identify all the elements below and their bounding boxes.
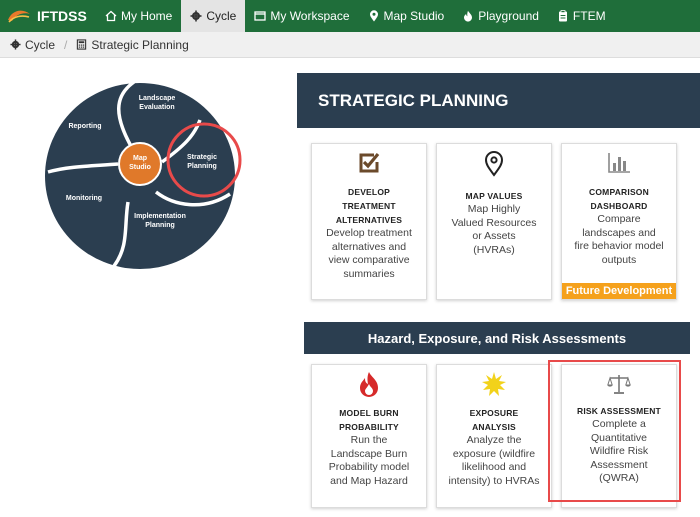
brand-label: IFTDSS: [37, 8, 87, 24]
cycle-label-reporting[interactable]: Reporting: [68, 123, 101, 130]
cycle-gear-icon: [10, 39, 21, 50]
nav-ftem[interactable]: FTEM: [548, 0, 615, 32]
nav-playground-label: Playground: [478, 9, 539, 23]
card-map-values[interactable]: MAP VALUES Map Highly Valued Resources o…: [436, 143, 552, 300]
card-title: MAP VALUES: [465, 191, 523, 201]
nav-my-workspace-label: My Workspace: [270, 9, 350, 23]
fire-icon: [360, 372, 378, 397]
hazard-section-header: Hazard, Exposure, and Risk Assessments: [304, 322, 690, 354]
hazard-section-title: Hazard, Exposure, and Risk Assessments: [367, 330, 627, 346]
checkbox-icon: [359, 152, 380, 173]
window-icon: [254, 11, 267, 21]
breadcrumb-separator: /: [64, 37, 68, 52]
card-model-burn-probability[interactable]: MODEL BURN PROBABILITY Run the Landscape…: [311, 364, 427, 508]
bar-chart-icon: [608, 153, 630, 173]
strategic-planning-header: STRATEGIC PLANNING: [297, 73, 700, 128]
card-description: Run the Landscape Burn Probability model…: [328, 434, 410, 487]
nav-cycle[interactable]: Cycle: [181, 0, 246, 32]
sun-burst-icon: [482, 372, 506, 396]
breadcrumb-cycle-label: Cycle: [25, 37, 56, 52]
calculator-icon: [77, 39, 87, 50]
cycle-label-monitoring[interactable]: Monitoring: [66, 195, 102, 202]
card-comparison-dashboard[interactable]: COMPARISON DASHBOARD Compare landscapes …: [561, 143, 677, 300]
card-title: EXPOSURE ANALYSIS: [469, 408, 519, 432]
breadcrumb-cycle[interactable]: Cycle: [10, 38, 55, 52]
card-title: COMPARISON DASHBOARD: [589, 187, 649, 211]
future-development-badge: Future Development: [562, 283, 676, 299]
map-pin-icon: [369, 10, 378, 22]
risk-assessment-highlight: [548, 360, 681, 502]
nav-map-studio[interactable]: Map Studio: [359, 0, 454, 32]
nav-cycle-label: Cycle: [206, 9, 237, 23]
card-description: Analyze the exposure (wildfire likelihoo…: [448, 434, 540, 487]
top-navigation-bar: IFTDSS My Home Cycle My Workspace Map St…: [0, 0, 700, 32]
clipboard-icon: [558, 10, 567, 22]
nav-my-home-label: My Home: [121, 9, 173, 23]
card-description: Map Highly Valued Resources or Assets (H…: [451, 203, 537, 256]
planning-cycle-diagram: Map Studio Landscape Evaluation Reporting …: [45, 80, 242, 269]
nav-ftem-label: FTEM: [572, 9, 606, 23]
breadcrumb-strategic-planning[interactable]: Strategic Planning: [76, 37, 189, 52]
breadcrumb: Cycle / Strategic Planning: [0, 32, 700, 58]
brand[interactable]: IFTDSS: [0, 0, 96, 32]
ifdss-logo-icon: [8, 10, 30, 23]
nav-my-home[interactable]: My Home: [96, 0, 181, 32]
nav-map-studio-label: Map Studio: [383, 9, 445, 23]
strategic-planning-title: STRATEGIC PLANNING: [318, 90, 509, 110]
home-icon: [105, 10, 117, 22]
nav-my-workspace[interactable]: My Workspace: [245, 0, 358, 32]
card-description: Develop treatment alternatives and view …: [326, 227, 412, 280]
card-description: Compare landscapes and fire behavior mod…: [574, 213, 664, 266]
breadcrumb-strategic-planning-label: Strategic Planning: [91, 37, 189, 52]
card-title: DEVELOP TREATMENT ALTERNATIVES: [335, 187, 403, 225]
card-develop-treatment-alternatives[interactable]: DEVELOP TREATMENT ALTERNATIVES Develop t…: [311, 143, 427, 300]
nav-playground[interactable]: Playground: [453, 0, 548, 32]
card-exposure-analysis[interactable]: EXPOSURE ANALYSIS Analyze the exposure (…: [436, 364, 552, 508]
flame-icon: [464, 10, 473, 22]
card-title: MODEL BURN PROBABILITY: [339, 408, 399, 432]
cycle-gear-icon: [190, 10, 202, 22]
map-marker-icon: [484, 151, 504, 177]
